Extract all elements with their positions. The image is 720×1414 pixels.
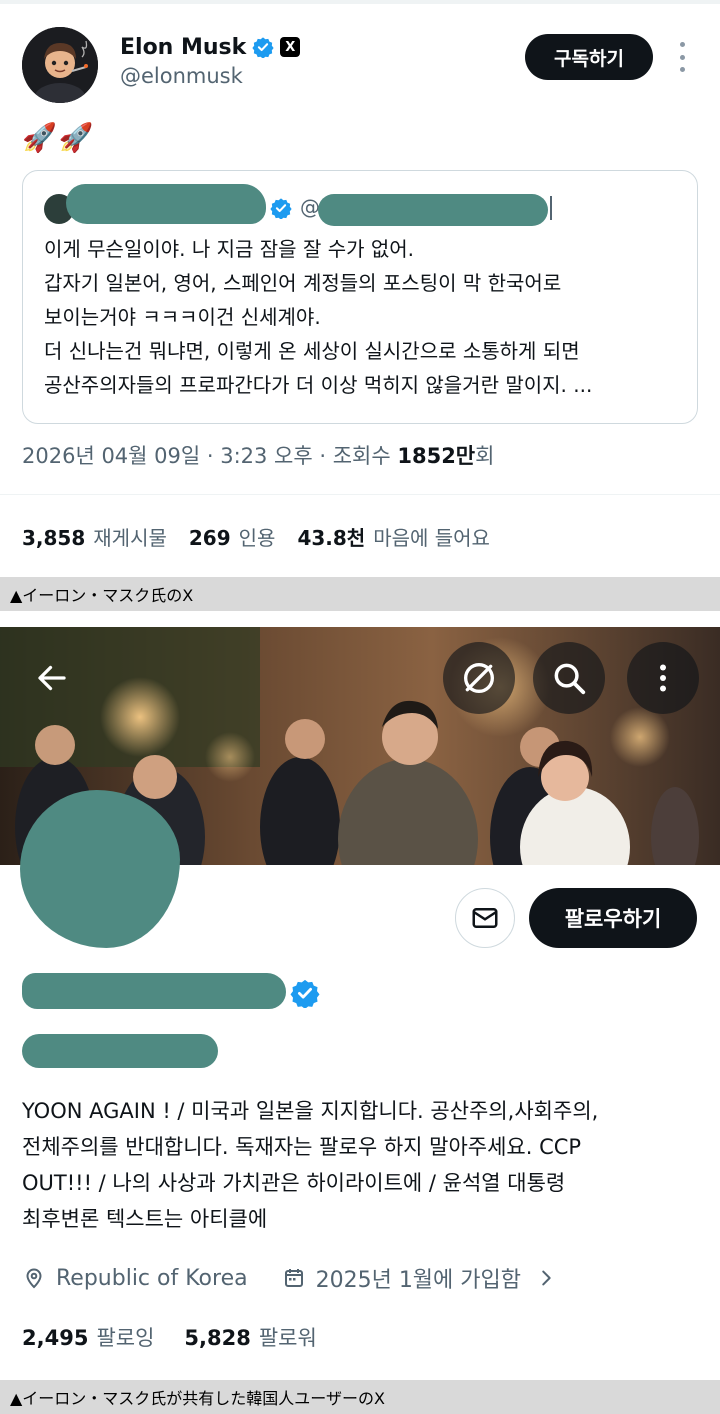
bio-line: YOON AGAIN ! / 미국과 일본을 지지합니다. 공산주의,사회주의, <box>22 1099 599 1123</box>
subscribe-button[interactable]: 구독하기 <box>525 34 653 80</box>
view-count: 1852만 <box>397 444 476 468</box>
author-handle[interactable]: @elonmusk <box>120 64 243 88</box>
tweet-meta: 2026년 04월 09일 · 3:23 오후 · 조회수 1852만회 <box>22 440 494 470</box>
quoted-line: 공산주의자들의 프로파간다가 더 이상 먹히지 않을거란 말이지. ... <box>44 373 593 397</box>
more-options-icon[interactable] <box>674 42 690 72</box>
following-link[interactable]: 2,495 팔로잉 <box>22 1322 154 1352</box>
profile-verified-icon <box>290 979 320 1008</box>
quoted-line: 보이는거야 ㅋㅋㅋ이건 신세계야. <box>44 305 321 329</box>
chevron-right-icon[interactable] <box>535 1267 557 1289</box>
quoted-handle-prefix: @ <box>300 195 320 219</box>
translate-off-button[interactable] <box>443 642 515 714</box>
redacted-name <box>66 184 266 224</box>
tweet-text: 🚀🚀 <box>22 121 96 154</box>
quoted-line: 더 신나는건 뭐냐면, 이렇게 온 세상이 실시간으로 소통하게 되면 <box>44 339 580 363</box>
more-vertical-icon <box>660 664 666 692</box>
profile-stats: 2,495 팔로잉 5,828 팔로워 <box>22 1322 317 1352</box>
bio-line: 전체주의를 반대합니다. 독재자는 팔로우 하지 말아주세요. CCP <box>22 1135 582 1159</box>
redacted-handle <box>318 194 548 226</box>
x-affiliation-icon: X <box>280 37 301 57</box>
verified-badge-icon <box>252 37 274 58</box>
likes-stat[interactable]: 43.8천 마음에 들어요 <box>297 522 490 551</box>
quoted-tweet-text: 이게 무슨일이야. 나 지금 잠을 잘 수가 없어. 갑자기 일본어, 영어, … <box>44 232 684 402</box>
tweet-timestamp[interactable]: 2026년 04월 09일 · 3:23 오후 · 조회수 <box>22 444 397 468</box>
followers-link[interactable]: 5,828 팔로워 <box>184 1322 316 1352</box>
profile-meta-row: Republic of Korea 2025년 1월에 가입함 <box>22 1262 557 1294</box>
view-suffix: 회 <box>475 444 495 468</box>
mail-icon <box>472 908 498 928</box>
profile-avatar-redacted[interactable] <box>20 790 180 948</box>
profile-bio: YOON AGAIN ! / 미국과 일본을 지지합니다. 공산주의,사회주의,… <box>22 1093 702 1237</box>
arrow-left-icon <box>38 665 66 691</box>
follow-button[interactable]: 팔로우하기 <box>529 888 697 948</box>
calendar-icon <box>284 1269 303 1287</box>
redacted-profile-name <box>22 973 286 1009</box>
location-pin-icon <box>26 1268 42 1289</box>
author-avatar[interactable] <box>22 27 98 103</box>
top-divider <box>0 0 720 4</box>
profile-location: Republic of Korea <box>56 1265 248 1291</box>
quoted-line: 이게 무슨일이야. 나 지금 잠을 잘 수가 없어. <box>44 237 415 261</box>
search-button[interactable] <box>533 642 605 714</box>
search-icon <box>554 663 586 695</box>
tweet-stats: 3,858 재게시물 269 인용 43.8천 마음에 들어요 <box>22 522 490 551</box>
divider <box>0 494 720 495</box>
back-button[interactable] <box>16 642 88 714</box>
quoted-handle-cursor <box>550 196 552 220</box>
caption-1: ▲イーロン・マスク氏のX <box>0 577 720 611</box>
message-button[interactable] <box>455 888 515 948</box>
quotes-stat[interactable]: 269 인용 <box>189 522 276 551</box>
profile-joined: 2025년 1월에 가입함 <box>315 1268 522 1293</box>
more-options-button[interactable] <box>627 642 699 714</box>
quoted-line: 갑자기 일본어, 영어, 스페인어 계정들의 포스팅이 막 한국어로 <box>44 271 562 295</box>
bio-line: 최후변론 텍스트는 아티클에 <box>22 1207 268 1231</box>
bio-line: OUT!!! / 나의 사상과 가치관은 하이라이트에 / 윤석열 대통령 <box>22 1171 566 1195</box>
author-name-row: Elon Musk X <box>120 32 301 62</box>
redacted-profile-handle <box>22 1034 218 1068</box>
quoted-verified-icon <box>270 198 292 219</box>
caption-2: ▲イーロン・マスク氏が共有した韓国人ユーザーのX <box>0 1380 720 1414</box>
translate-off-icon <box>464 663 494 693</box>
reposts-stat[interactable]: 3,858 재게시물 <box>22 522 167 551</box>
author-name[interactable]: Elon Musk <box>120 35 246 60</box>
